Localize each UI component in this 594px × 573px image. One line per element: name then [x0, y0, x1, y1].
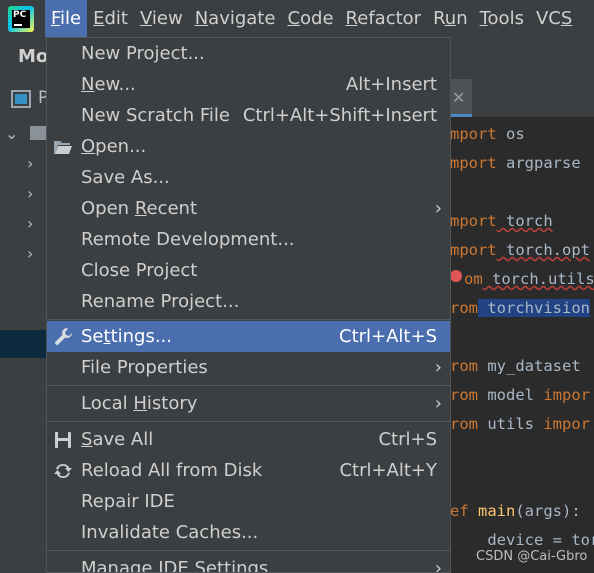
menu-item-new[interactable]: New... Alt+Insert — [47, 69, 450, 100]
menu-item-reload-all[interactable]: Reload All from Disk Ctrl+Alt+Y — [47, 455, 450, 486]
wrench-icon — [53, 327, 73, 347]
menu-bar: PC File Edit View Navigate Code Refactor… — [0, 0, 594, 37]
code-line: om torch.utils — [464, 270, 594, 288]
menu-item-shortcut: Ctrl+S — [378, 429, 437, 450]
reload-icon — [53, 461, 73, 481]
intention-bulb-icon[interactable] — [450, 270, 462, 282]
menu-item-label: Local History — [81, 393, 198, 414]
menu-item-label: Repair IDE — [81, 491, 175, 512]
menu-item-label: Settings... — [81, 326, 172, 347]
tree-selected-row[interactable] — [0, 330, 46, 358]
code-line: mport torch — [450, 212, 553, 230]
menu-item-shortcut: Alt+Insert — [345, 74, 437, 95]
menu-view[interactable]: View — [134, 0, 189, 37]
menu-item-manage-ide-settings[interactable]: Manage IDE Settings › — [47, 553, 450, 573]
code-line: rom torchvision — [450, 299, 590, 317]
menu-item-label: Save All — [81, 429, 154, 450]
menu-item-label: Rename Project... — [81, 291, 240, 312]
menu-file[interactable]: File — [45, 0, 88, 37]
menu-item-label: Open Recent — [81, 198, 198, 219]
menu-item-repair-ide[interactable]: Repair IDE — [47, 486, 450, 517]
menu-item-rename-project[interactable]: Rename Project... — [47, 286, 450, 317]
menu-navigate[interactable]: Navigate — [189, 0, 282, 37]
code-line: device = tor — [450, 531, 594, 549]
menu-item-label: File Properties — [81, 357, 208, 378]
menu-item-label: Manage IDE Settings — [81, 558, 269, 573]
code-line: rom my_dataset — [450, 357, 581, 375]
menu-separator — [47, 421, 450, 422]
chevron-right-icon[interactable]: › — [27, 244, 33, 263]
menu-refactor[interactable]: Refactor — [340, 0, 428, 37]
close-icon[interactable]: ✕ — [452, 88, 465, 107]
menu-item-label: New Scratch File — [81, 105, 230, 126]
code-line: mport argparse — [450, 154, 581, 172]
menu-item-label: Close Project — [81, 260, 198, 281]
project-panel — [0, 79, 46, 573]
menu-item-label: New... — [81, 74, 136, 95]
submenu-arrow-icon: › — [434, 393, 442, 414]
menu-item-local-history[interactable]: Local History › — [47, 388, 450, 419]
menu-item-label: Reload All from Disk — [81, 460, 263, 481]
menu-item-save-all[interactable]: Save All Ctrl+S — [47, 424, 450, 455]
menu-separator — [47, 385, 450, 386]
menu-item-file-properties[interactable]: File Properties › — [47, 352, 450, 383]
folder-icon — [30, 126, 46, 140]
chevron-right-icon[interactable]: › — [27, 214, 33, 233]
menu-item-invalidate-caches[interactable]: Invalidate Caches... — [47, 517, 450, 548]
save-icon — [53, 430, 73, 450]
menu-code[interactable]: Code — [281, 0, 339, 37]
menu-item-shortcut: Ctrl+Alt+S — [339, 326, 437, 347]
menu-item-close-project[interactable]: Close Project — [47, 255, 450, 286]
folder-open-icon — [53, 137, 73, 157]
pycharm-logo-icon: PC — [8, 5, 34, 32]
code-line: ef main(args): — [450, 502, 581, 520]
menu-run[interactable]: Run — [427, 0, 474, 37]
menu-item-open-recent[interactable]: Open Recent › — [47, 193, 450, 224]
chevron-right-icon[interactable]: › — [27, 184, 33, 203]
menu-item-settings[interactable]: Settings... Ctrl+Alt+S — [47, 321, 450, 352]
submenu-arrow-icon: › — [434, 558, 442, 573]
menu-item-open[interactable]: Open... — [47, 131, 450, 162]
menu-item-new-scratch-file[interactable]: New Scratch File Ctrl+Alt+Shift+Insert — [47, 100, 450, 131]
menu-item-shortcut: Ctrl+Alt+Y — [339, 460, 437, 481]
code-line: mport os — [450, 125, 525, 143]
submenu-arrow-icon: › — [434, 198, 442, 219]
code-line: mport torch.opt — [450, 241, 590, 259]
chevron-right-icon[interactable]: › — [27, 154, 33, 173]
menu-item-remote-development[interactable]: Remote Development... — [47, 224, 450, 255]
submenu-arrow-icon: › — [434, 357, 442, 378]
menu-separator — [47, 319, 450, 320]
code-line: rom utils impor — [450, 415, 590, 433]
menu-item-label: New Project... — [81, 43, 205, 64]
menu-item-save-as[interactable]: Save As... — [47, 162, 450, 193]
project-title: Mo — [18, 46, 49, 67]
menu-tools[interactable]: Tools — [474, 0, 530, 37]
menu-item-label: Remote Development... — [81, 229, 295, 250]
menu-item-label: Invalidate Caches... — [81, 522, 259, 543]
menu-separator — [47, 550, 450, 551]
menu-item-new-project[interactable]: New Project... — [47, 38, 450, 69]
menu-item-label: Open... — [81, 136, 147, 157]
code-line: rom model impor — [450, 386, 590, 404]
chevron-down-icon[interactable]: ⌄ — [5, 124, 18, 143]
watermark: CSDN @Cai-Gbro — [476, 549, 588, 564]
file-menu-dropdown: New Project... New... Alt+Insert New Scr… — [46, 37, 451, 573]
project-view-icon[interactable] — [11, 90, 31, 108]
menu-item-label: Save As... — [81, 167, 170, 188]
menu-item-shortcut: Ctrl+Alt+Shift+Insert — [242, 105, 437, 126]
menu-vcs[interactable]: VCS — [530, 0, 578, 37]
menu-edit[interactable]: Edit — [87, 0, 134, 37]
